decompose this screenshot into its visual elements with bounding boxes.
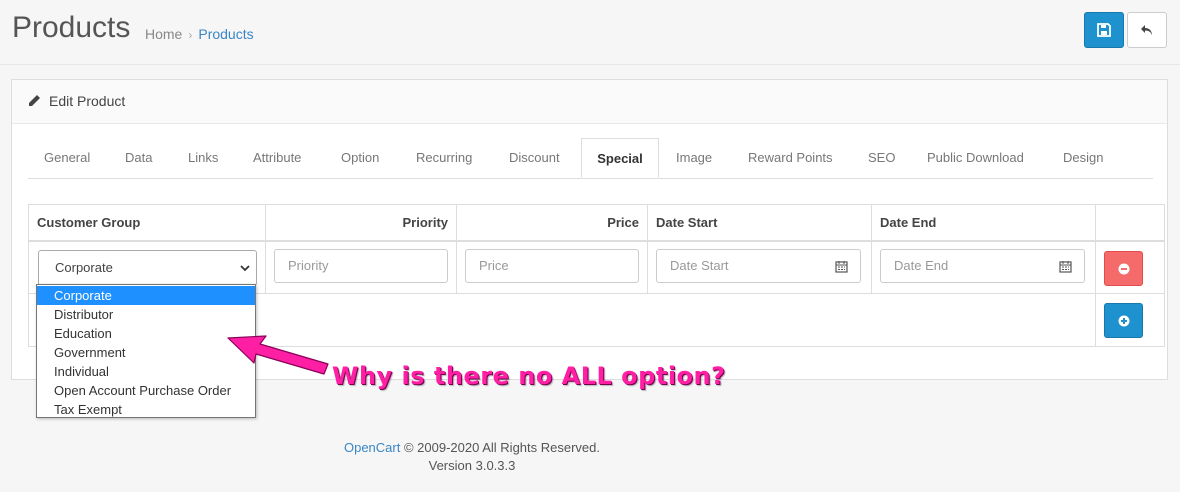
back-button[interactable] <box>1127 12 1167 48</box>
add-special-button[interactable] <box>1104 303 1143 338</box>
option-corporate[interactable]: Corporate <box>37 286 255 305</box>
remove-special-button[interactable] <box>1104 251 1143 286</box>
col-divider <box>1095 205 1096 346</box>
save-button[interactable] <box>1084 12 1124 48</box>
tab-discount[interactable]: Discount <box>509 138 560 178</box>
header-date-start: Date Start <box>656 215 718 230</box>
annotation-text: Why is there no ALL option? <box>332 362 726 390</box>
tab-general[interactable]: General <box>44 138 90 178</box>
chevron-down-icon <box>240 265 250 272</box>
date-start-calendar-button[interactable] <box>823 249 861 283</box>
calendar-icon <box>835 261 848 273</box>
header-customer-group: Customer Group <box>37 215 141 230</box>
col-divider <box>456 205 457 294</box>
tab-public-download[interactable]: Public Download <box>927 138 1024 178</box>
date-end-calendar-button[interactable] <box>1047 249 1085 283</box>
tab-option[interactable]: Option <box>341 138 379 178</box>
reply-icon <box>1141 25 1152 36</box>
opencart-link[interactable]: OpenCart <box>344 440 400 455</box>
page-header: Products Home › Products <box>0 0 1180 65</box>
header-price: Price <box>607 215 639 230</box>
pencil-icon <box>29 95 40 106</box>
tab-recurring[interactable]: Recurring <box>416 138 472 178</box>
footer-copyright: © 2009-2020 All Rights Reserved. <box>403 440 601 455</box>
tab-bar: General Data Links Attribute Option Recu… <box>28 138 1153 179</box>
header-date-end: Date End <box>880 215 937 230</box>
header-divider <box>29 240 1164 242</box>
col-divider <box>265 205 266 294</box>
tab-seo[interactable]: SEO <box>868 138 895 178</box>
footer-version: Version 3.0.3.3 <box>428 458 516 473</box>
page-title: Products <box>12 11 131 44</box>
tab-reward-points[interactable]: Reward Points <box>748 138 833 178</box>
breadcrumb-products[interactable]: Products <box>198 26 253 42</box>
customer-group-select[interactable]: Corporate <box>38 250 257 286</box>
price-input[interactable]: Price <box>465 249 639 283</box>
breadcrumb: Home › Products <box>145 26 254 42</box>
panel-heading: Edit Product <box>12 80 1167 124</box>
footer: OpenCart © 2009-2020 All Rights Reserved… <box>0 439 944 475</box>
tab-attribute[interactable]: Attribute <box>253 138 301 178</box>
option-open-account-purchase-order[interactable]: Open Account Purchase Order <box>37 381 255 400</box>
breadcrumb-separator-icon: › <box>188 28 193 42</box>
tab-data[interactable]: Data <box>125 138 152 178</box>
calendar-icon <box>1059 261 1072 273</box>
minus-circle-icon <box>1118 263 1130 275</box>
panel-title: Edit Product <box>49 93 126 109</box>
header-priority: Priority <box>402 215 448 230</box>
option-distributor[interactable]: Distributor <box>37 305 255 324</box>
col-divider <box>647 205 648 294</box>
priority-input[interactable]: Priority <box>274 249 448 283</box>
date-end-input[interactable]: Date End <box>880 249 1048 283</box>
date-start-input[interactable]: Date Start <box>656 249 824 283</box>
col-divider <box>871 205 872 294</box>
annotation-arrow-icon <box>227 335 329 375</box>
footer-copyright-line: OpenCart © 2009-2020 All Rights Reserved… <box>0 439 944 457</box>
option-tax-exempt[interactable]: Tax Exempt <box>37 400 255 419</box>
tab-image[interactable]: Image <box>676 138 712 178</box>
tab-design[interactable]: Design <box>1063 138 1103 178</box>
tab-special[interactable]: Special <box>581 138 659 178</box>
breadcrumb-home[interactable]: Home <box>145 26 182 42</box>
save-icon <box>1097 23 1111 37</box>
plus-circle-icon <box>1118 315 1130 327</box>
tab-links[interactable]: Links <box>188 138 218 178</box>
customer-group-value: Corporate <box>55 260 113 275</box>
